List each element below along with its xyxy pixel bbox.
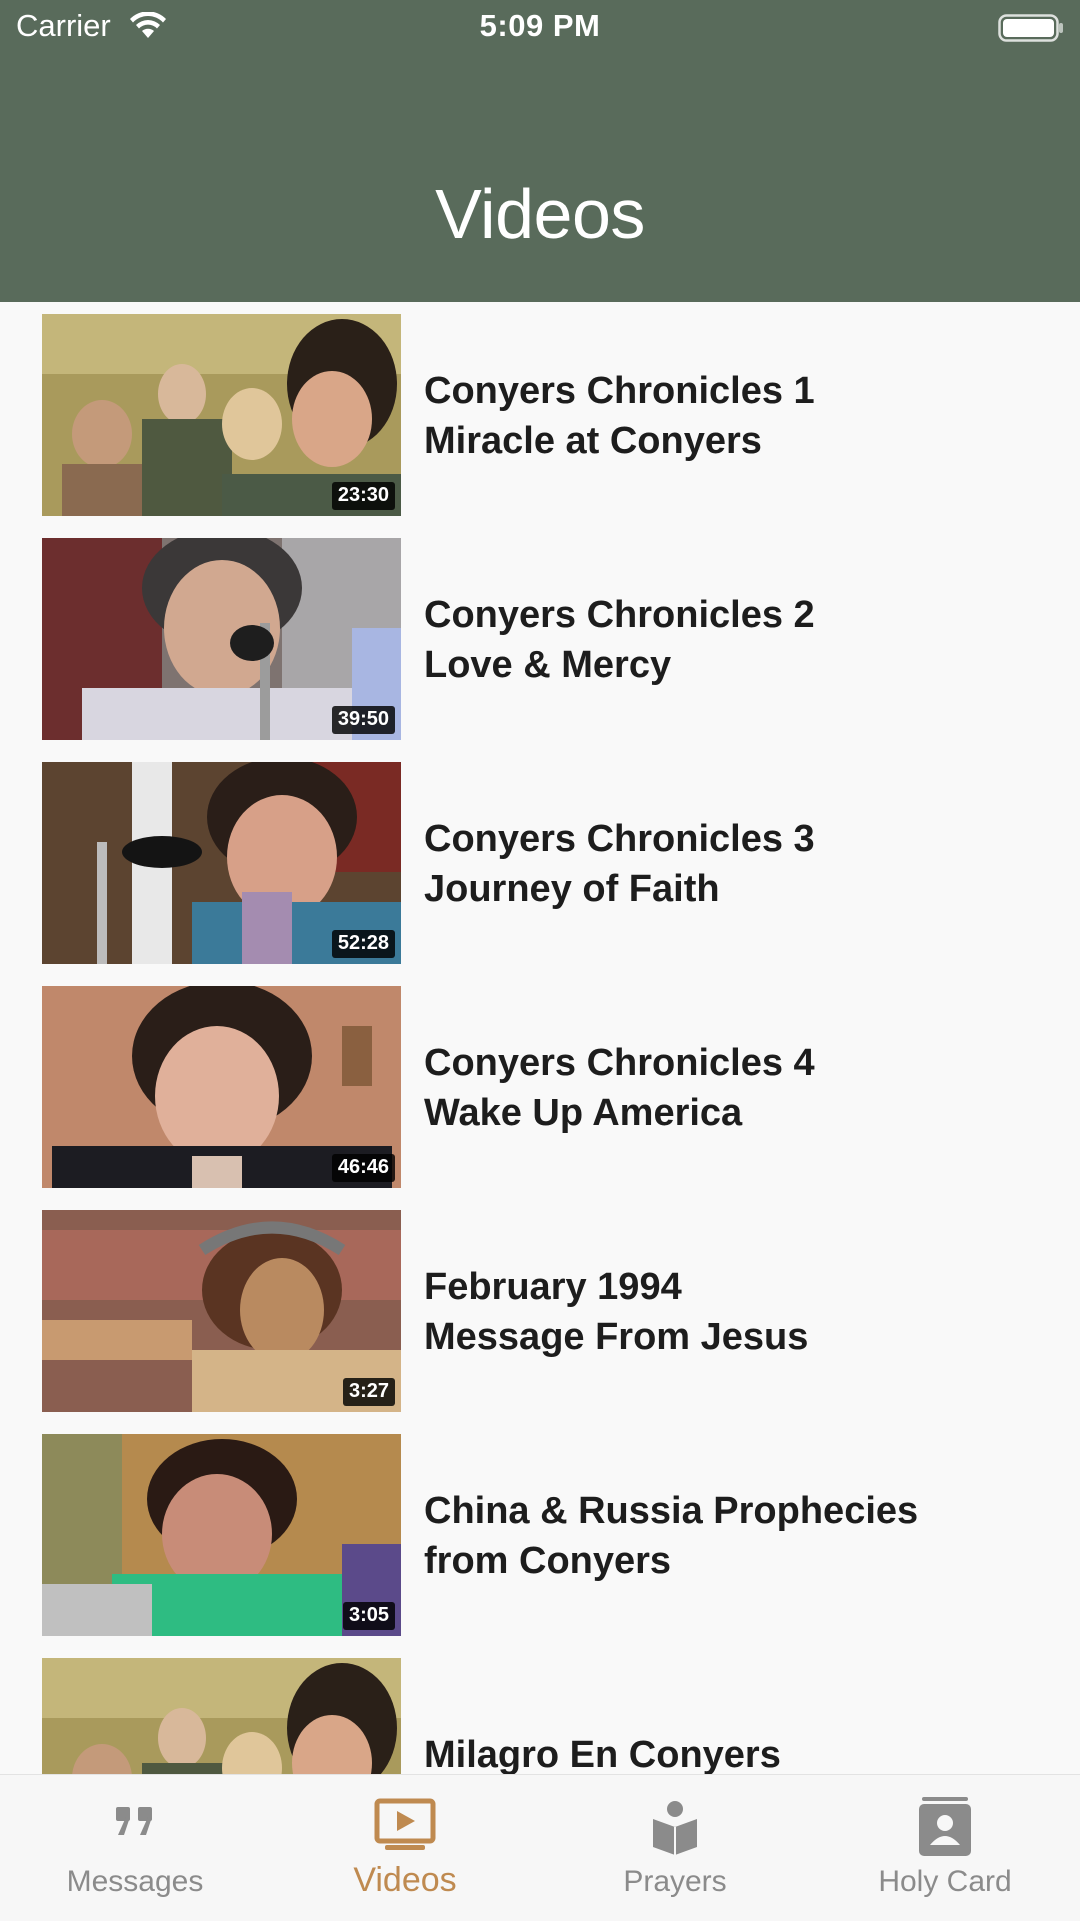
video-title[interactable]: Conyers Chronicles 2 Love & Mercy	[424, 590, 1044, 690]
video-thumbnail[interactable]: 23:30	[42, 314, 401, 516]
tab-bar: Messages Videos Prayers Holy Card	[0, 1774, 1080, 1921]
video-thumbnail[interactable]: 3:27	[42, 1210, 401, 1412]
tab-videos[interactable]: Videos	[270, 1775, 540, 1921]
battery-icon	[998, 14, 1064, 47]
tab-holy-card[interactable]: Holy Card	[810, 1775, 1080, 1921]
video-title-line: China & Russia Prophecies	[424, 1490, 919, 1532]
tab-prayers[interactable]: Prayers	[540, 1775, 810, 1921]
video-title[interactable]: Conyers Chronicles 3 Journey of Faith	[424, 814, 1044, 914]
page-title: Videos	[435, 175, 645, 253]
video-title[interactable]: Conyers Chronicles 1 Miracle at Conyers	[424, 366, 1044, 466]
video-duration: 3:27	[342, 1378, 395, 1406]
video-title[interactable]: February 1994 Message From Jesus	[424, 1262, 1044, 1362]
contact-card-icon	[810, 1797, 1080, 1857]
video-row[interactable]: 3:27 February 1994 Message From Jesus	[0, 1198, 1080, 1422]
video-title-line: Milagro En Conyers	[424, 1734, 781, 1774]
video-title-line: Conyers Chronicles 1	[424, 370, 815, 412]
video-duration: 52:28	[331, 930, 395, 958]
video-title-line: Conyers Chronicles 3	[424, 818, 815, 860]
video-thumbnail[interactable]: 39:50	[42, 538, 401, 740]
video-title[interactable]: Conyers Chronicles 4 Wake Up America	[424, 1038, 1044, 1138]
video-subtitle-line: from Conyers	[424, 1540, 672, 1582]
book-reader-icon	[540, 1797, 810, 1857]
video-duration: 23:30	[331, 482, 395, 510]
status-time: 5:09 PM	[479, 8, 601, 43]
tab-messages[interactable]: Messages	[0, 1775, 270, 1921]
video-row[interactable]: Milagro En Conyers	[0, 1646, 1080, 1774]
video-title[interactable]: China & Russia Prophecies from Conyers	[424, 1486, 1044, 1586]
video-thumbnail[interactable]: 52:28	[42, 762, 401, 964]
video-title-line: February 1994	[424, 1266, 682, 1308]
video-thumbnail[interactable]: 46:46	[42, 986, 401, 1188]
video-subtitle-line: Journey of Faith	[424, 868, 720, 910]
tab-label: Messages	[66, 1865, 204, 1898]
video-list[interactable]: 23:30 Conyers Chronicles 1 Miracle at Co…	[0, 302, 1080, 1774]
video-subtitle-line: Wake Up America	[424, 1092, 743, 1134]
video-subtitle-line: Love & Mercy	[424, 644, 672, 686]
video-row[interactable]: 46:46 Conyers Chronicles 4 Wake Up Ameri…	[0, 974, 1080, 1198]
video-title-line: Conyers Chronicles 2	[424, 594, 815, 636]
video-player-icon	[270, 1797, 540, 1857]
video-duration: 46:46	[331, 1154, 395, 1182]
video-subtitle-line: Miracle at Conyers	[424, 420, 762, 462]
video-duration: 3:05	[342, 1602, 395, 1630]
video-subtitle-line: Message From Jesus	[424, 1316, 809, 1358]
navigation-header: Carrier 5:09 PM Videos	[0, 0, 1080, 302]
video-duration: 39:50	[331, 706, 395, 734]
video-row[interactable]: 39:50 Conyers Chronicles 2 Love & Mercy	[0, 526, 1080, 750]
video-title[interactable]: Milagro En Conyers	[424, 1730, 1044, 1774]
video-thumbnail[interactable]	[42, 1658, 401, 1774]
video-title-line: Conyers Chronicles 4	[424, 1042, 815, 1084]
tab-label: Videos	[353, 1861, 457, 1899]
video-thumbnail[interactable]: 3:05	[42, 1434, 401, 1636]
quote-icon	[0, 1797, 270, 1857]
video-row[interactable]: 23:30 Conyers Chronicles 1 Miracle at Co…	[0, 302, 1080, 526]
tab-label: Holy Card	[878, 1865, 1012, 1898]
video-row[interactable]: 3:05 China & Russia Prophecies from Cony…	[0, 1422, 1080, 1646]
tab-label: Prayers	[623, 1865, 727, 1898]
video-row[interactable]: 52:28 Conyers Chronicles 3 Journey of Fa…	[0, 750, 1080, 974]
